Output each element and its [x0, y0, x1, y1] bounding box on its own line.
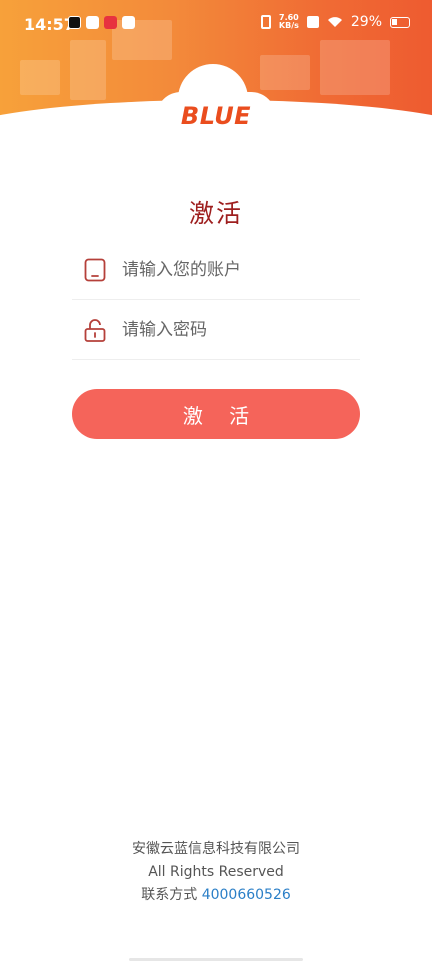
- vibrate-icon: [260, 15, 271, 29]
- password-field: [72, 300, 360, 360]
- rights-text: All Rights Reserved: [148, 864, 284, 880]
- calendar-icon: [86, 16, 99, 29]
- company-name: 安徽云蓝信息科技有限公司: [132, 841, 300, 857]
- account-input[interactable]: [122, 259, 360, 280]
- activation-screen: 14:57 7.60 KB/s 29% BLUE 激活 请输入您的账户 激 活 …: [0, 0, 432, 964]
- network-speed-unit: KB/s: [278, 21, 299, 30]
- logo-text: BLUE: [180, 102, 252, 130]
- contact-label: 联系方式: [141, 887, 202, 903]
- contact-phone-link[interactable]: 4000660526: [202, 887, 291, 903]
- status-bar: 14:57 7.60 KB/s 29%: [0, 0, 432, 52]
- page-title: 激活: [188, 199, 243, 228]
- activate-button[interactable]: 激 活: [72, 389, 360, 439]
- tablet-icon: [84, 258, 106, 281]
- account-field: [72, 240, 360, 300]
- contact-line: 联系方式 4000660526: [0, 884, 432, 907]
- lock-icon: [84, 318, 106, 342]
- no-sim-icon: [306, 16, 319, 28]
- password-input[interactable]: [122, 319, 360, 340]
- brand-logo: BLUE: [150, 58, 282, 148]
- app-notification-icon: [104, 16, 117, 29]
- message-icon: [122, 16, 135, 29]
- battery-percent: 29%: [350, 14, 382, 30]
- wifi-icon: [327, 17, 342, 27]
- tiktok-icon: [68, 16, 81, 29]
- network-speed: 7.60 KB/s: [279, 14, 299, 30]
- battery-icon: [390, 16, 410, 28]
- status-right: 7.60 KB/s 29%: [260, 14, 410, 30]
- footer: 安徽云蓝信息科技有限公司 All Rights Reserved 联系方式 40…: [0, 838, 432, 907]
- notification-icons: [68, 16, 135, 29]
- home-indicator[interactable]: [129, 958, 303, 961]
- building-decoration: [20, 60, 60, 95]
